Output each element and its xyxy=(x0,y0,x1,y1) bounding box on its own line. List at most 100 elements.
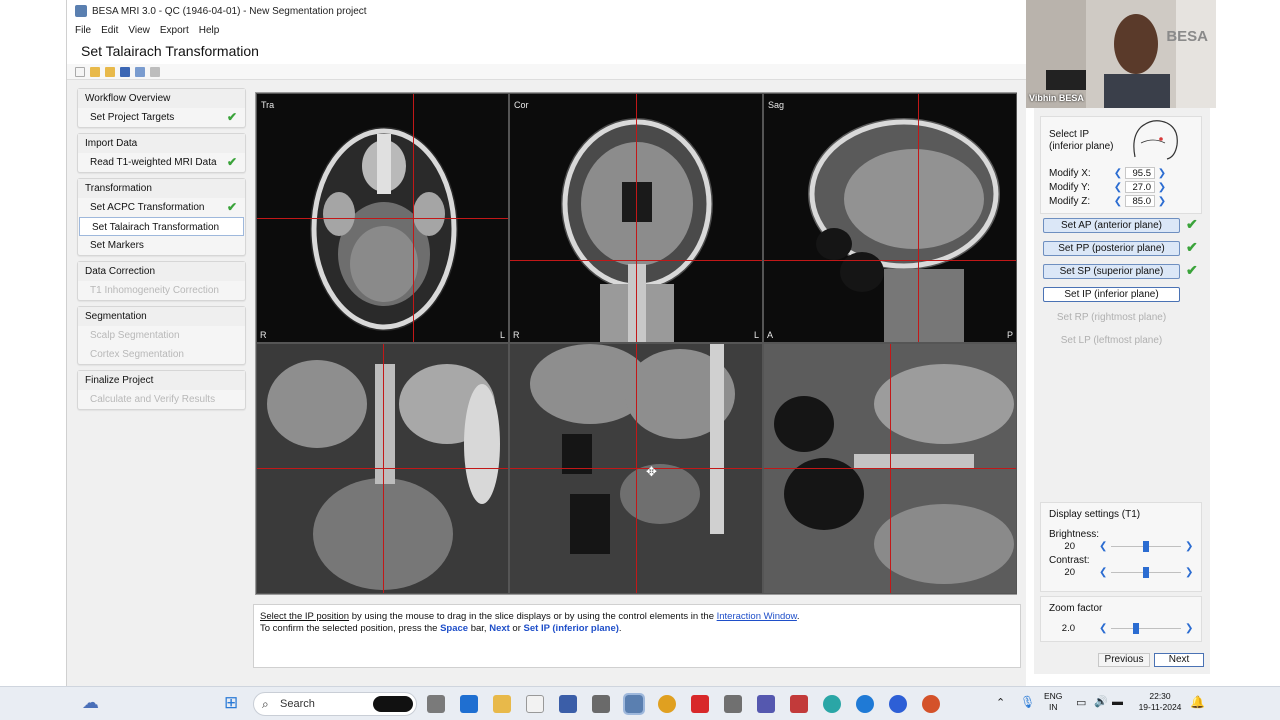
new-file-icon[interactable] xyxy=(75,66,85,77)
increase-y-icon[interactable]: ❯ xyxy=(1157,182,1167,193)
orientation-left: R xyxy=(260,330,267,340)
menu-view[interactable]: View xyxy=(128,25,150,36)
workflow-group: Workflow Overview Set Project Targets ✔ xyxy=(77,88,246,128)
contrast-decrease-icon[interactable]: ❮ xyxy=(1099,567,1107,578)
zoom-track[interactable] xyxy=(1111,628,1181,629)
select-ip-link[interactable]: Select the IP position xyxy=(260,611,349,622)
brightness-increase-icon[interactable]: ❯ xyxy=(1185,541,1193,552)
clock[interactable]: 22:30 19-11-2024 xyxy=(1134,691,1186,713)
menu-help[interactable]: Help xyxy=(199,25,220,36)
workflow-item-set-acpc[interactable]: Set ACPC Transformation ✔ xyxy=(78,198,245,217)
brightness-value[interactable]: 20 xyxy=(1049,541,1075,552)
open-folder-icon[interactable] xyxy=(90,66,100,77)
network-icon[interactable]: ▭ xyxy=(1076,696,1086,709)
battery-icon[interactable]: ▬ xyxy=(1112,696,1123,708)
increase-x-icon[interactable]: ❯ xyxy=(1157,168,1167,179)
workflow-head[interactable]: Transformation xyxy=(78,179,245,198)
chrome-icon[interactable] xyxy=(658,695,676,713)
contrast-value[interactable]: 20 xyxy=(1049,567,1075,578)
outlook-icon[interactable] xyxy=(460,695,478,713)
zoom-decrease-icon[interactable]: ❮ xyxy=(1099,623,1107,634)
zoom-icon[interactable] xyxy=(889,695,907,713)
app-icon[interactable] xyxy=(724,695,742,713)
besa-mri-taskbar-icon[interactable] xyxy=(623,693,645,715)
menu-file[interactable]: File xyxy=(75,25,91,36)
menu-bar: File Edit View Export Help xyxy=(67,22,1026,38)
search-icon: ⌕ xyxy=(262,697,269,711)
weather-icon[interactable]: ☁ xyxy=(82,693,99,713)
webcam-overlay: BESA Vibhin BESA xyxy=(1026,0,1216,108)
powerpoint-icon[interactable] xyxy=(922,695,940,713)
workflow-item-set-project-targets[interactable]: Set Project Targets ✔ xyxy=(78,108,245,127)
set-sp-button[interactable]: Set SP (superior plane) xyxy=(1043,264,1180,279)
decrease-y-icon[interactable]: ❮ xyxy=(1113,182,1123,193)
app-icon[interactable] xyxy=(823,695,841,713)
crosshair-vertical xyxy=(918,94,919,342)
workflow-item-read-mri[interactable]: Read T1-weighted MRI Data ✔ xyxy=(78,153,245,172)
app-icon[interactable] xyxy=(592,695,610,713)
menu-export[interactable]: Export xyxy=(160,25,189,36)
task-view-icon[interactable] xyxy=(427,695,445,713)
language-indicator[interactable]: ENG IN xyxy=(1044,691,1062,713)
brightness-slider-thumb[interactable] xyxy=(1143,541,1149,552)
app-icon[interactable] xyxy=(790,695,808,713)
modify-y-input[interactable]: 27.0 xyxy=(1125,181,1155,193)
workflow-head[interactable]: Finalize Project xyxy=(78,371,245,390)
menu-edit[interactable]: Edit xyxy=(101,25,118,36)
file-explorer-icon[interactable] xyxy=(493,695,511,713)
set-ap-button[interactable]: Set AP (anterior plane) xyxy=(1043,218,1180,233)
workflow-head[interactable]: Segmentation xyxy=(78,307,245,326)
orientation-right: P xyxy=(1006,330,1013,340)
crosshair-vertical xyxy=(636,94,637,342)
start-menu-icon[interactable]: ⊞ xyxy=(224,693,238,713)
transverse-view[interactable]: Tra R L xyxy=(256,93,509,343)
next-button[interactable]: Next xyxy=(1154,653,1204,667)
edge-icon[interactable] xyxy=(856,695,874,713)
volume-icon[interactable]: 🔊 xyxy=(1094,695,1108,708)
workflow-item-set-markers[interactable]: Set Markers xyxy=(78,236,245,255)
modify-z-input[interactable]: 85.0 xyxy=(1125,195,1155,207)
zoom-value[interactable]: 2.0 xyxy=(1049,623,1075,634)
workflow-head[interactable]: Workflow Overview xyxy=(78,89,245,108)
zoom-increase-icon[interactable]: ❯ xyxy=(1185,623,1193,634)
export-icon[interactable] xyxy=(150,66,160,77)
chevron-up-icon[interactable]: ⌃ xyxy=(996,696,1005,709)
clock-date: 19-11-2024 xyxy=(1138,702,1182,712)
coronal-zoom-view[interactable]: ✥ xyxy=(509,343,763,594)
workflow-head[interactable]: Import Data xyxy=(78,134,245,153)
workflow-head[interactable]: Data Correction xyxy=(78,262,245,281)
open-recent-icon[interactable] xyxy=(105,66,115,77)
decrease-z-icon[interactable]: ❮ xyxy=(1113,196,1123,207)
workflow-item-set-talairach[interactable]: Set Talairach Transformation xyxy=(79,217,244,236)
brightness-label: Brightness: xyxy=(1049,529,1100,540)
contrast-slider-thumb[interactable] xyxy=(1143,567,1149,578)
instruction-text: by using the mouse to drag in the slice … xyxy=(349,611,717,622)
background-left xyxy=(0,0,66,686)
zoom-slider-thumb[interactable] xyxy=(1133,623,1140,634)
sagittal-zoom-view[interactable] xyxy=(763,343,1017,594)
teams-icon[interactable] xyxy=(757,695,775,713)
taskbar-search[interactable]: ⌕ Search xyxy=(253,692,417,716)
modify-x-label: Modify X: xyxy=(1049,167,1091,179)
notification-bell-icon[interactable]: 🔔 xyxy=(1190,695,1205,709)
increase-z-icon[interactable]: ❯ xyxy=(1157,196,1167,207)
transverse-zoom-view[interactable] xyxy=(256,343,509,594)
set-pp-button[interactable]: Set PP (posterior plane) xyxy=(1043,241,1180,256)
sagittal-view[interactable]: Sag A P xyxy=(763,93,1017,343)
save-icon[interactable] xyxy=(120,66,130,77)
modify-x-input[interactable]: 95.5 xyxy=(1125,167,1155,179)
interaction-window-link[interactable]: Interaction Window xyxy=(717,611,797,622)
decrease-x-icon[interactable]: ❮ xyxy=(1113,168,1123,179)
acrobat-icon[interactable] xyxy=(691,695,709,713)
view-label: Sag xyxy=(768,100,785,110)
contrast-increase-icon[interactable]: ❯ xyxy=(1185,567,1193,578)
set-ip-button[interactable]: Set IP (inferior plane) xyxy=(1043,287,1180,302)
previous-button[interactable]: Previous xyxy=(1098,653,1150,667)
save-as-icon[interactable] xyxy=(135,66,145,77)
coronal-view[interactable]: Cor R L xyxy=(509,93,763,343)
brightness-decrease-icon[interactable]: ❮ xyxy=(1099,541,1107,552)
app-icon[interactable] xyxy=(559,695,577,713)
select-ip-line-2: (inferior plane) xyxy=(1049,141,1114,152)
microphone-icon[interactable]: 🎙 xyxy=(1020,695,1035,709)
notepad-icon[interactable] xyxy=(526,695,544,713)
